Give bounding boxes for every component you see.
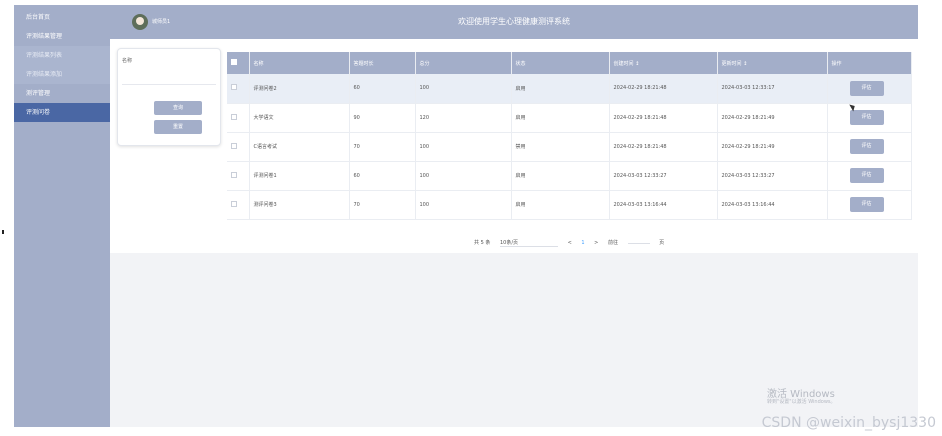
header-name: 名称 bbox=[249, 52, 350, 74]
cell-status: 启用 bbox=[511, 74, 610, 104]
goto-page-input[interactable] bbox=[627, 243, 650, 244]
cell-created: 2024-02-29 18:21:48 bbox=[609, 74, 718, 104]
query-button[interactable]: 查询 bbox=[154, 101, 202, 115]
table-row[interactable]: C语言考试 70 100 禁用 2024-02-29 18:21:48 2024… bbox=[227, 132, 912, 162]
search-card: 名称 查询 重置 bbox=[117, 48, 221, 146]
cell-score: 100 bbox=[415, 74, 512, 104]
csdn-watermark: CSDN @weixin_bysj1330 bbox=[761, 415, 936, 431]
cell-name: C语言考试 bbox=[249, 132, 350, 162]
select-all-cell[interactable] bbox=[227, 52, 250, 74]
header-score: 总分 bbox=[415, 52, 512, 74]
cell-created: 2024-02-29 18:21:48 bbox=[609, 132, 718, 162]
cell-status: 启用 bbox=[511, 161, 610, 191]
sidebar-item-home[interactable]: 后台首页 bbox=[14, 8, 110, 27]
top-header: 城师员1 欢迎使用学生心理健康测评系统 bbox=[110, 5, 918, 39]
header-updated[interactable]: 更新时间 ↕ bbox=[717, 52, 828, 74]
cell-created: 2024-02-29 18:21:48 bbox=[609, 103, 718, 133]
cell-updated: 2024-03-03 13:16:44 bbox=[717, 190, 828, 220]
select-all-checkbox[interactable] bbox=[231, 59, 237, 65]
pagination-total: 共 5 条 bbox=[474, 240, 491, 246]
cell-duration: 70 bbox=[349, 190, 416, 220]
sidebar-item-evaluation-management[interactable]: 测评管理 bbox=[14, 84, 110, 103]
evaluate-button[interactable]: 评估 bbox=[849, 139, 884, 154]
table-row[interactable]: 大学语文 90 120 启用 2024-02-29 18:21:48 2024-… bbox=[227, 103, 912, 133]
evaluate-button[interactable]: 评估 bbox=[849, 110, 884, 125]
edge-mark bbox=[2, 230, 4, 234]
page-number-current[interactable]: 1 bbox=[581, 240, 584, 246]
row-checkbox[interactable] bbox=[231, 142, 237, 149]
cell-updated: 2024-03-03 12:33:17 bbox=[717, 74, 828, 104]
table-header-row: 名称 答题时长 总分 状态 创建时间 ↕ 更新时间 ↕ 操作 bbox=[227, 52, 912, 74]
cell-status: 启用 bbox=[511, 190, 610, 220]
evaluate-button[interactable]: 评估 bbox=[849, 168, 884, 183]
sidebar: 后台首页 评测结果管理 评测结果列表 评测结果添加 测评管理 评测问卷 bbox=[14, 5, 110, 427]
cell-updated: 2024-02-29 18:21:49 bbox=[717, 103, 828, 133]
row-checkbox[interactable] bbox=[231, 200, 237, 207]
reset-button[interactable]: 重置 bbox=[154, 120, 202, 134]
windows-activation-hint: 转到"设置"以激活 Windows。 bbox=[767, 399, 836, 405]
table-row[interactable]: 测评问卷3 70 100 启用 2024-03-03 13:16:44 2024… bbox=[227, 190, 912, 220]
cell-score: 120 bbox=[415, 103, 512, 133]
table-row[interactable]: 评测问卷1 60 100 启用 2024-03-03 12:33:27 2024… bbox=[227, 161, 912, 191]
next-page-icon[interactable]: > bbox=[594, 240, 598, 246]
evaluate-button[interactable]: 评估 bbox=[849, 197, 884, 212]
pagination: 共 5 条 10条/页 < 1 > 前往 页 bbox=[474, 239, 672, 247]
search-name-input[interactable] bbox=[122, 67, 216, 85]
questionnaire-table: 名称 答题时长 总分 状态 创建时间 ↕ 更新时间 ↕ 操作 评测问卷2 60 … bbox=[227, 52, 912, 220]
prev-page-icon[interactable]: < bbox=[568, 240, 572, 246]
cell-score: 100 bbox=[415, 161, 512, 191]
cell-name: 评测问卷2 bbox=[249, 74, 350, 104]
sidebar-item-questionnaire[interactable]: 评测问卷 bbox=[14, 103, 110, 122]
cell-duration: 90 bbox=[349, 103, 416, 133]
cell-created: 2024-03-03 12:33:27 bbox=[609, 161, 718, 191]
table-row[interactable]: 评测问卷2 60 100 启用 2024-02-29 18:21:48 2024… bbox=[227, 74, 912, 104]
app-frame: 后台首页 评测结果管理 评测结果列表 评测结果添加 测评管理 评测问卷 城师员1… bbox=[14, 5, 918, 427]
header-duration: 答题时长 bbox=[349, 52, 416, 74]
header-status: 状态 bbox=[511, 52, 610, 74]
cell-duration: 60 bbox=[349, 74, 416, 104]
cell-duration: 60 bbox=[349, 161, 416, 191]
cell-score: 100 bbox=[415, 132, 512, 162]
cell-name: 评测问卷1 bbox=[249, 161, 350, 191]
page-size-select[interactable]: 10条/页 bbox=[499, 239, 558, 247]
cell-updated: 2024-03-03 12:33:27 bbox=[717, 161, 828, 191]
cell-score: 100 bbox=[415, 190, 512, 220]
cell-status: 启用 bbox=[511, 103, 610, 133]
header-created[interactable]: 创建时间 ↕ bbox=[609, 52, 718, 74]
search-name-label: 名称 bbox=[122, 58, 133, 64]
cell-created: 2024-03-03 13:16:44 bbox=[609, 190, 718, 220]
sidebar-item-result-management[interactable]: 评测结果管理 bbox=[14, 27, 110, 46]
cell-name: 大学语文 bbox=[249, 103, 350, 133]
cell-status: 禁用 bbox=[511, 132, 610, 162]
header-action: 操作 bbox=[827, 52, 912, 74]
cell-name: 测评问卷3 bbox=[249, 190, 350, 220]
row-checkbox[interactable] bbox=[231, 171, 237, 178]
page-unit-label: 页 bbox=[659, 240, 665, 246]
site-title: 欢迎使用学生心理健康测评系统 bbox=[458, 17, 570, 26]
sidebar-item-result-list[interactable]: 评测结果列表 bbox=[14, 46, 110, 65]
main-content: 名称 查询 重置 名称 答题时长 总分 状态 创建时间 ↕ 更新时间 ↕ 操作 bbox=[110, 39, 918, 253]
row-checkbox[interactable] bbox=[231, 113, 237, 120]
row-checkbox[interactable] bbox=[231, 84, 237, 91]
goto-label: 前往 bbox=[607, 240, 618, 246]
cell-updated: 2024-02-29 18:21:49 bbox=[717, 132, 828, 162]
sidebar-item-result-add[interactable]: 评测结果添加 bbox=[14, 65, 110, 84]
evaluate-button[interactable]: 评估 bbox=[849, 80, 884, 96]
cell-duration: 70 bbox=[349, 132, 416, 162]
